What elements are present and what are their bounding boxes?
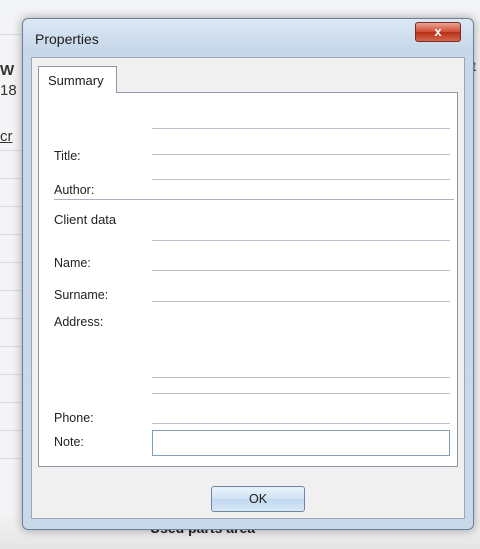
note-input[interactable] [152, 430, 450, 456]
tab-summary[interactable]: Summary [38, 66, 117, 93]
bg-fragment-2: 18 [0, 82, 17, 99]
surname-field[interactable] [152, 301, 450, 302]
author-field[interactable] [152, 179, 450, 180]
author-label: Author: [54, 183, 95, 197]
name-top-line [152, 240, 450, 241]
title-label: Title: [54, 149, 81, 163]
surname-label: Surname: [54, 288, 109, 302]
window-title: Properties [35, 31, 99, 47]
bg-fragment-1: W [0, 62, 15, 79]
name-label: Name: [54, 256, 91, 270]
bg-fragment-3: cr [0, 128, 13, 145]
close-icon: x [434, 24, 442, 39]
tab-label: Summary [48, 73, 104, 88]
address-label: Address: [54, 315, 104, 329]
section-divider [54, 199, 454, 200]
properties-dialog: Properties x Summary Title: Author: Clie… [22, 18, 474, 530]
phone-top-line [152, 393, 450, 394]
close-button[interactable]: x [415, 22, 461, 42]
phone-label: Phone: [54, 411, 94, 425]
name-field[interactable] [152, 270, 450, 271]
address-field[interactable] [152, 377, 450, 378]
ok-button[interactable]: OK [211, 486, 305, 512]
note-label: Note: [54, 435, 84, 449]
dialog-body: Summary Title: Author: Client data Name:… [31, 57, 465, 519]
title-field[interactable] [152, 154, 450, 155]
title-top-line [152, 128, 450, 129]
ok-button-label: OK [248, 492, 268, 506]
phone-field[interactable] [152, 423, 450, 424]
client-data-heading: Client data [54, 212, 117, 227]
summary-panel: Title: Author: Client data Name: Surname… [38, 92, 458, 467]
title-bar[interactable]: Properties x [23, 19, 473, 57]
